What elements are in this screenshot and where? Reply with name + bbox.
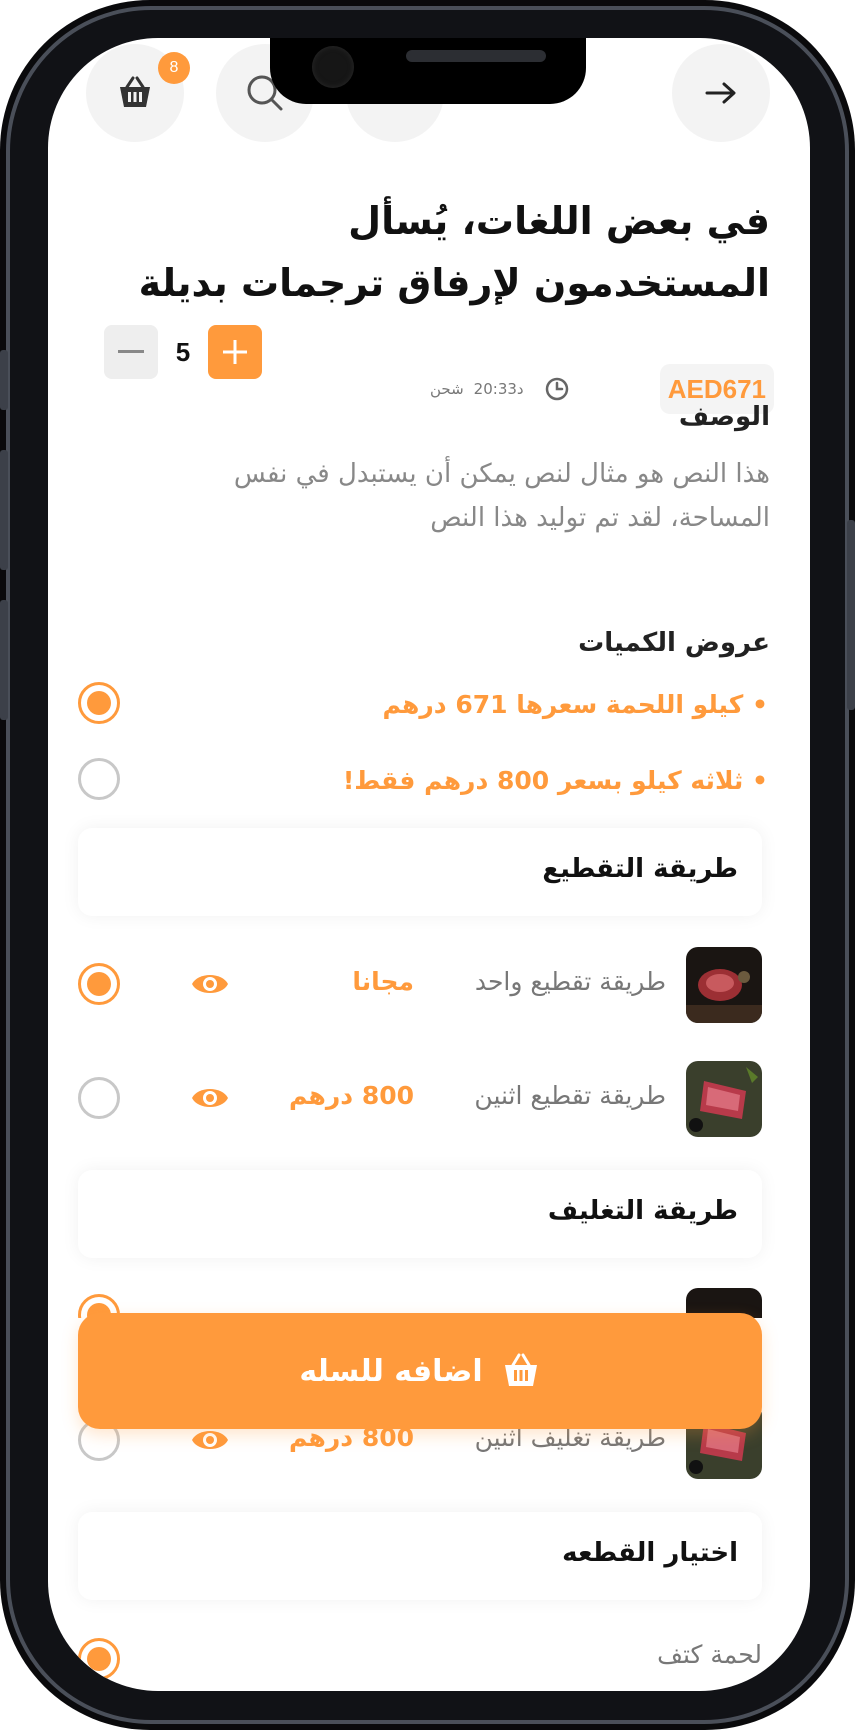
add-to-cart-label: اضافه للسله: [299, 1353, 483, 1389]
basket-icon: [120, 76, 150, 107]
piece-heading: اختيار القطعه: [562, 1538, 738, 1568]
option-price: مجانا: [352, 967, 414, 996]
meat-thumbnail: [686, 1061, 762, 1137]
phone-frame: 8 في بعض اللغات، يُسأل المستخدمون لإرفاق…: [0, 0, 855, 1730]
option-name: طريقة تقطيع اثنين: [474, 1081, 666, 1110]
meat-thumbnail: [686, 947, 762, 1023]
cart-button[interactable]: 8: [86, 44, 190, 142]
clock-icon: [545, 377, 568, 401]
quantity-value: 5: [175, 336, 191, 367]
cutting-section-header: طريقة التقطيع: [78, 828, 762, 916]
option-name: طريقة تقطيع واحد: [474, 967, 666, 996]
side-button-volume-up: [0, 450, 8, 570]
add-to-cart-button[interactable]: اضافه للسله: [78, 1313, 762, 1429]
arrow-right-icon: [705, 82, 736, 104]
side-button-volume-down: [0, 600, 8, 720]
piece-section-header: اختيار القطعه: [78, 1512, 762, 1600]
side-button-mute: [0, 350, 8, 410]
option-name: لحمة كتف: [657, 1640, 762, 1669]
eye-icon[interactable]: [190, 1081, 230, 1115]
back-button[interactable]: [672, 44, 770, 142]
shipping-time: 20:33د: [473, 380, 524, 398]
plus-icon: [223, 340, 247, 364]
speaker-grille: [406, 50, 546, 62]
cutting-heading: طريقة التقطيع: [542, 854, 738, 884]
description-text: هذا النص هو مثال لنص يمكن أن يستبدل في ن…: [233, 459, 770, 533]
basket-icon: [504, 1353, 537, 1386]
cutting-radio[interactable]: [78, 963, 120, 1005]
cutting-radio[interactable]: [78, 1077, 120, 1119]
packaging-section-header: طريقة التغليف: [78, 1170, 762, 1258]
quantity-offers-heading: عروض الكميات: [578, 628, 770, 658]
description-heading: الوصف: [678, 402, 770, 432]
shipping-info: شحن 20:33د: [430, 374, 570, 404]
camera-notch: [270, 38, 586, 104]
piece-radio[interactable]: [78, 1638, 120, 1680]
shipping-label: شحن: [430, 380, 464, 398]
option-price: 800 درهم: [288, 1081, 414, 1110]
minus-icon: [118, 350, 144, 353]
cutting-option[interactable]: 800 درهم طريقة تقطيع اثنين: [78, 1061, 762, 1137]
offer-option[interactable]: • ثلاثه كيلو بسعر 800 درهم فقط!: [78, 758, 778, 808]
eye-icon[interactable]: [190, 967, 230, 1001]
offer-option[interactable]: • كيلو اللحمة سعرها 671 درهم: [78, 682, 778, 732]
packaging-heading: طريقة التغليف: [547, 1196, 738, 1226]
cart-count-badge: 8: [158, 52, 190, 84]
app-screen: 8 في بعض اللغات، يُسأل المستخدمون لإرفاق…: [48, 38, 810, 1691]
piece-option[interactable]: لحمة كتف: [78, 1638, 762, 1691]
product-title: في بعض اللغات، يُسأل المستخدمون لإرفاق ت…: [138, 199, 770, 305]
offer-radio[interactable]: [78, 682, 120, 724]
increase-quantity-button[interactable]: [208, 325, 262, 379]
decrease-quantity-button[interactable]: [104, 325, 158, 379]
offer-label: • ثلاثه كيلو بسعر 800 درهم فقط!: [342, 766, 768, 795]
offer-radio[interactable]: [78, 758, 120, 800]
side-button-power: [847, 520, 855, 710]
cutting-option[interactable]: مجانا طريقة تقطيع واحد: [78, 947, 762, 1023]
quantity-stepper: 5: [104, 325, 262, 379]
offer-label: • كيلو اللحمة سعرها 671 درهم: [382, 690, 768, 719]
